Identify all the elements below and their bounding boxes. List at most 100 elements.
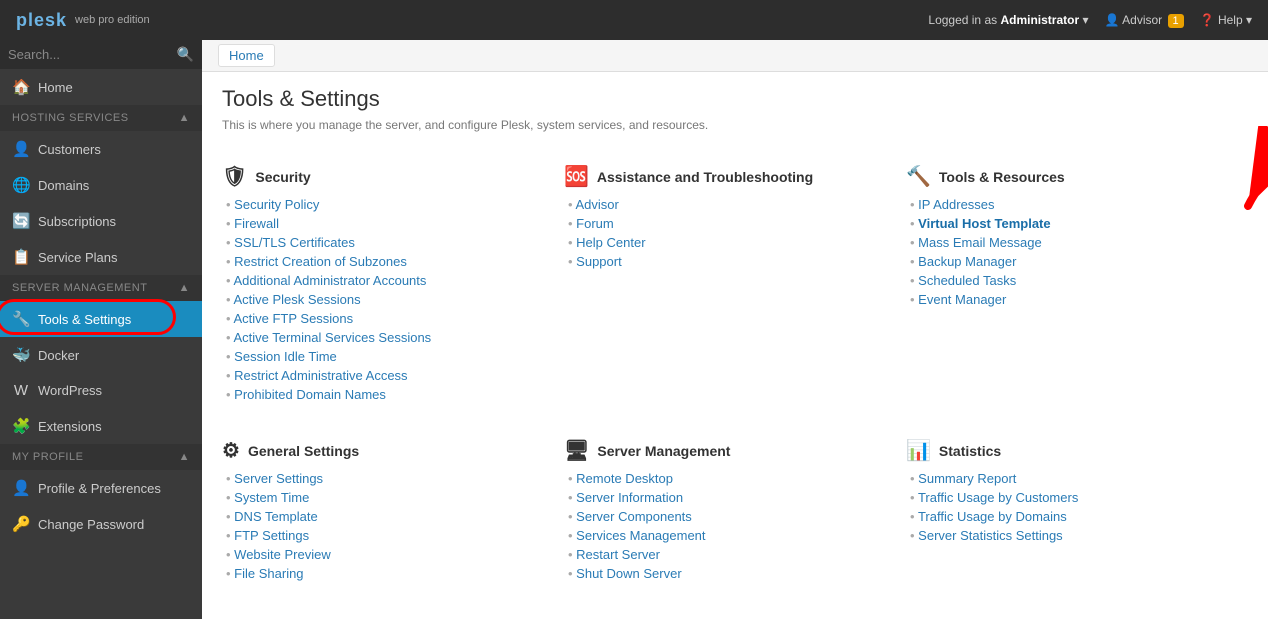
shut-down-server-link[interactable]: Shut Down Server — [576, 566, 682, 581]
link-system-time: System Time — [226, 490, 544, 505]
event-manager-link[interactable]: Event Manager — [918, 292, 1006, 307]
sidebar-item-subscriptions-label: Subscriptions — [38, 214, 116, 229]
advisor-label[interactable]: Advisor — [1122, 13, 1162, 27]
breadcrumb-home-link[interactable]: Home — [218, 44, 275, 67]
category-statistics-title: 📊 Statistics — [906, 438, 1228, 463]
traffic-customers-link[interactable]: Traffic Usage by Customers — [918, 490, 1078, 505]
link-security-policy: Security Policy — [226, 197, 544, 212]
category-server-management-title: 🖥 Server Management — [564, 438, 886, 463]
forum-link[interactable]: Forum — [576, 216, 614, 231]
search-icon[interactable]: 🔍 — [177, 46, 194, 63]
statistics-links: Summary Report Traffic Usage by Customer… — [906, 471, 1228, 543]
sidebar-item-profile-preferences[interactable]: 👤 Profile & Preferences — [0, 470, 202, 506]
scheduled-tasks-link[interactable]: Scheduled Tasks — [918, 273, 1016, 288]
server-components-link[interactable]: Server Components — [576, 509, 692, 524]
general-settings-label: General Settings — [248, 443, 359, 459]
dns-template-link[interactable]: DNS Template — [234, 509, 318, 524]
statistics-label: Statistics — [939, 443, 1001, 459]
mass-email-link[interactable]: Mass Email Message — [918, 235, 1042, 250]
link-help-center: Help Center — [568, 235, 886, 250]
link-ssl-tls: SSL/TLS Certificates — [226, 235, 544, 250]
wordpress-icon: W — [12, 382, 30, 399]
remote-desktop-link[interactable]: Remote Desktop — [576, 471, 673, 486]
statistics-icon: 📊 — [906, 438, 931, 463]
link-forum: Forum — [568, 216, 886, 231]
breadcrumb: Home — [202, 40, 1268, 72]
sidebar-item-extensions[interactable]: 🧩 Extensions — [0, 408, 202, 444]
link-traffic-customers: Traffic Usage by Customers — [910, 490, 1228, 505]
link-server-settings: Server Settings — [226, 471, 544, 486]
ssl-tls-link[interactable]: SSL/TLS Certificates — [234, 235, 355, 250]
summary-report-link[interactable]: Summary Report — [918, 471, 1016, 486]
traffic-domains-link[interactable]: Traffic Usage by Domains — [918, 509, 1067, 524]
category-tools-resources: 🔨 Tools & Resources IP Addresses Virtual… — [906, 156, 1248, 422]
link-event-manager: Event Manager — [910, 292, 1228, 307]
server-mgmt-icon: 🖥 — [564, 438, 589, 463]
link-active-plesk: Active Plesk Sessions — [226, 292, 544, 307]
system-time-link[interactable]: System Time — [234, 490, 309, 505]
page-title: Tools & Settings — [222, 86, 1248, 112]
link-virtual-host: Virtual Host Template — [910, 216, 1228, 231]
sidebar-section-profile[interactable]: My Profile ▲ — [0, 444, 202, 470]
server-information-link[interactable]: Server Information — [576, 490, 683, 505]
sidebar-section-server[interactable]: Server Management ▲ — [0, 275, 202, 301]
sidebar-item-wordpress[interactable]: W WordPress — [0, 373, 202, 408]
server-management-links: Remote Desktop Server Information Server… — [564, 471, 886, 581]
admin-name[interactable]: Administrator — [1000, 13, 1079, 27]
search-input[interactable] — [8, 47, 177, 62]
profile-icon: 👤 — [12, 479, 30, 497]
file-sharing-link[interactable]: File Sharing — [234, 566, 303, 581]
services-management-link[interactable]: Services Management — [576, 528, 705, 543]
website-preview-link[interactable]: Website Preview — [234, 547, 331, 562]
virtual-host-link[interactable]: Virtual Host Template — [918, 216, 1050, 231]
restart-server-link[interactable]: Restart Server — [576, 547, 660, 562]
active-plesk-link[interactable]: Active Plesk Sessions — [233, 292, 360, 307]
active-terminal-link[interactable]: Active Terminal Services Sessions — [233, 330, 431, 345]
help-center-link[interactable]: Help Center — [576, 235, 645, 250]
logged-in-label: Logged in as Administrator ▾ — [928, 13, 1088, 27]
server-stats-settings-link[interactable]: Server Statistics Settings — [918, 528, 1063, 543]
sidebar-item-service-plans[interactable]: 📋 Service Plans — [0, 239, 202, 275]
sidebar-section-hosting[interactable]: Hosting Services ▲ — [0, 105, 202, 131]
restrict-subzones-link[interactable]: Restrict Creation of Subzones — [234, 254, 407, 269]
active-ftp-link[interactable]: Active FTP Sessions — [233, 311, 353, 326]
sidebar-item-tools-settings[interactable]: 🔧 Tools & Settings — [0, 301, 202, 337]
additional-admin-link[interactable]: Additional Administrator Accounts — [233, 273, 426, 288]
ftp-settings-link[interactable]: FTP Settings — [234, 528, 309, 543]
tools-resources-label: Tools & Resources — [939, 169, 1065, 185]
link-restrict-admin: Restrict Administrative Access — [226, 368, 544, 383]
link-server-information: Server Information — [568, 490, 886, 505]
sidebar-item-change-password[interactable]: 🔑 Change Password — [0, 506, 202, 542]
sidebar-item-domains[interactable]: 🌐 Domains — [0, 167, 202, 203]
sidebar-item-service-plans-label: Service Plans — [38, 250, 117, 265]
sidebar-item-docker[interactable]: 🐳 Docker — [0, 337, 202, 373]
content-wrapper: Home Tools & Settings This is where you … — [202, 40, 1268, 601]
sidebar: 🔍 🏠 Home Hosting Services ▲ 👤 Customers … — [0, 40, 202, 619]
hosting-collapse-arrow: ▲ — [179, 112, 190, 124]
assistance-label: Assistance and Troubleshooting — [597, 169, 813, 185]
help-section[interactable]: ❓ Help ▾ — [1200, 13, 1252, 27]
page-description: This is where you manage the server, and… — [222, 118, 1248, 132]
link-file-sharing: File Sharing — [226, 566, 544, 581]
backup-manager-link[interactable]: Backup Manager — [918, 254, 1016, 269]
ip-addresses-link[interactable]: IP Addresses — [918, 197, 994, 212]
link-dns-template: DNS Template — [226, 509, 544, 524]
restrict-admin-link[interactable]: Restrict Administrative Access — [234, 368, 407, 383]
sidebar-item-subscriptions[interactable]: 🔄 Subscriptions — [0, 203, 202, 239]
page-header: Tools & Settings This is where you manag… — [202, 72, 1268, 156]
security-policy-link[interactable]: Security Policy — [234, 197, 319, 212]
sidebar-item-docker-label: Docker — [38, 348, 79, 363]
link-advisor: Advisor — [568, 197, 886, 212]
sidebar-item-customers[interactable]: 👤 Customers — [0, 131, 202, 167]
advisor-section: 👤 Advisor 1 — [1105, 13, 1184, 27]
security-links: Security Policy Firewall SSL/TLS Certifi… — [222, 197, 544, 402]
support-link[interactable]: Support — [576, 254, 622, 269]
dropdown-arrow-admin[interactable]: ▾ — [1083, 13, 1089, 27]
firewall-link[interactable]: Firewall — [234, 216, 279, 231]
prohibited-domains-link[interactable]: Prohibited Domain Names — [234, 387, 386, 402]
sidebar-item-home[interactable]: 🏠 Home — [0, 69, 202, 105]
server-settings-link[interactable]: Server Settings — [234, 471, 323, 486]
advisor-link[interactable]: Advisor — [575, 197, 618, 212]
link-remote-desktop: Remote Desktop — [568, 471, 886, 486]
session-idle-link[interactable]: Session Idle Time — [234, 349, 337, 364]
